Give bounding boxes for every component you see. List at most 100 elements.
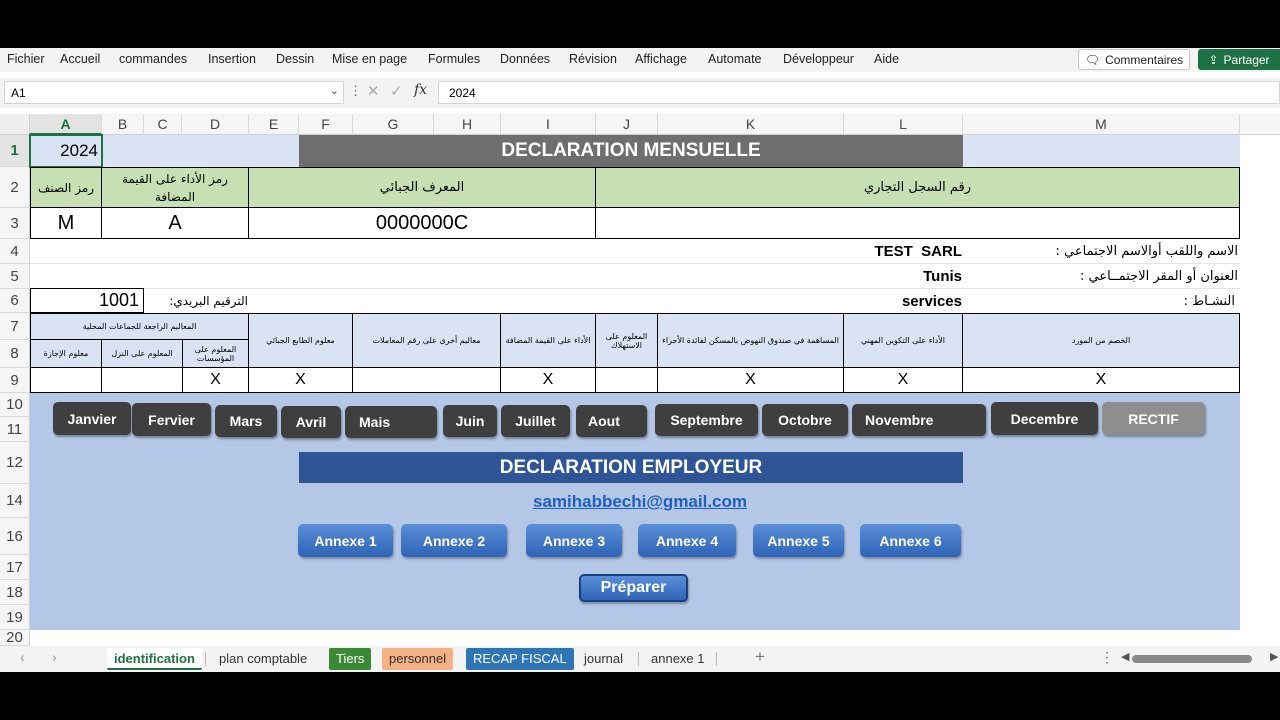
annexe-3-button[interactable]: Annexe 3: [526, 524, 622, 557]
menu-donnees[interactable]: Données: [500, 52, 550, 66]
name-box[interactable]: A1 ⌄: [4, 81, 344, 104]
menu-affichage[interactable]: Affichage: [635, 52, 687, 66]
row-header-14[interactable]: 14: [0, 484, 30, 518]
tab-scroll-left-icon[interactable]: ‹: [20, 649, 25, 665]
mark-consumption[interactable]: [595, 367, 658, 393]
row-header-7[interactable]: 7: [0, 313, 30, 340]
row-header-11[interactable]: 11: [0, 417, 30, 442]
sheet-tab-recap-fiscal[interactable]: RECAP FISCAL: [466, 648, 574, 670]
row-header-8[interactable]: 8: [0, 340, 30, 368]
menu-fichier[interactable]: Fichier: [7, 52, 45, 66]
cell-m1-blank[interactable]: [963, 135, 1240, 167]
annexe-5-button[interactable]: Annexe 5: [753, 524, 844, 557]
cell-b1-blank[interactable]: [102, 135, 299, 167]
row-header-3[interactable]: 3: [0, 208, 30, 239]
annexe-1-button[interactable]: Annexe 1: [298, 524, 393, 557]
mark-establishments[interactable]: X: [182, 367, 249, 393]
menu-automate[interactable]: Automate: [708, 52, 762, 66]
month-button-mais[interactable]: Mais: [345, 406, 437, 438]
mark-vat[interactable]: X: [500, 367, 596, 393]
menu-accueil[interactable]: Accueil: [60, 52, 100, 66]
more-icon[interactable]: ⋮: [349, 83, 362, 99]
mark-hotel[interactable]: [101, 367, 183, 393]
menu-revision[interactable]: Révision: [569, 52, 617, 66]
row-header-2[interactable]: 2: [0, 167, 30, 208]
chevron-down-icon[interactable]: ⌄: [330, 84, 339, 97]
column-header-d[interactable]: D: [182, 114, 249, 135]
rectif-button[interactable]: RECTIF: [1102, 402, 1205, 435]
share-button[interactable]: ⇪ Partager: [1198, 49, 1280, 70]
sheet-tab-personnel[interactable]: personnel: [382, 648, 454, 670]
menu-aide[interactable]: Aide: [874, 52, 899, 66]
row-header-16[interactable]: 16: [0, 518, 30, 555]
row-header-19[interactable]: 19: [0, 605, 30, 630]
row-header-5[interactable]: 5: [0, 264, 30, 289]
formula-input[interactable]: 2024: [438, 81, 1280, 104]
month-button-novembre[interactable]: Novembre: [852, 404, 986, 436]
cancel-icon[interactable]: ✕: [367, 82, 380, 100]
month-button-juillet[interactable]: Juillet: [501, 405, 570, 437]
row-header-18[interactable]: 18: [0, 580, 30, 605]
column-header-g[interactable]: G: [353, 114, 434, 135]
row-header-6[interactable]: 6: [0, 289, 30, 313]
row-header-1[interactable]: 1: [0, 135, 30, 167]
row-header-17[interactable]: 17: [0, 555, 30, 580]
sheet-tab-plan-comptable[interactable]: plan comptable: [212, 648, 314, 670]
mark-withholding[interactable]: X: [962, 367, 1240, 393]
month-button-aout[interactable]: Aout: [576, 405, 647, 437]
comments-button[interactable]: 🗨 Commentaires: [1078, 49, 1190, 70]
commerce-register-value[interactable]: [595, 207, 1240, 239]
annexe-6-button[interactable]: Annexe 6: [860, 524, 961, 557]
month-button-septembre[interactable]: Septembre: [655, 404, 758, 436]
row-header-4[interactable]: 4: [0, 239, 30, 264]
mark-other-turnover[interactable]: [352, 367, 501, 393]
menu-dessin[interactable]: Dessin: [276, 52, 314, 66]
column-header-k[interactable]: K: [658, 114, 844, 135]
column-header-l[interactable]: L: [844, 114, 963, 135]
company-name[interactable]: TEST SARL: [760, 239, 962, 264]
mark-training[interactable]: X: [843, 367, 963, 393]
column-header-j[interactable]: J: [596, 114, 658, 135]
more-options-icon[interactable]: ⋮: [1100, 649, 1114, 666]
column-header-b[interactable]: B: [102, 114, 144, 135]
function-icon[interactable]: fx: [414, 82, 427, 98]
row-header-10[interactable]: 10: [0, 393, 30, 417]
sheet-tab-journal[interactable]: journal: [577, 648, 630, 670]
column-header-c[interactable]: C: [144, 114, 182, 135]
column-header-m[interactable]: M: [963, 114, 1240, 135]
month-button-janvier[interactable]: Janvier: [53, 402, 131, 435]
month-button-mars[interactable]: Mars: [215, 405, 277, 437]
sheet-tab-tiers[interactable]: Tiers: [329, 648, 372, 670]
vat-code-value[interactable]: A: [101, 207, 249, 239]
enter-icon[interactable]: ✓: [390, 82, 403, 100]
mark-stamp[interactable]: X: [248, 367, 353, 393]
company-activity[interactable]: services: [760, 289, 962, 313]
month-button-fervier[interactable]: Fervier: [132, 403, 211, 436]
menu-mise-en-page[interactable]: Mise en page: [332, 52, 407, 66]
company-city[interactable]: Tunis: [760, 264, 962, 289]
mark-housing-fund[interactable]: X: [657, 367, 844, 393]
row-header-9[interactable]: 9: [0, 368, 30, 393]
month-button-juin[interactable]: Juin: [443, 405, 497, 437]
prepare-button[interactable]: Préparer: [579, 574, 688, 602]
tab-scroll-right-icon[interactable]: ›: [52, 649, 57, 665]
menu-commandes[interactable]: commandes: [119, 52, 187, 66]
sheet-tab-annexe-1[interactable]: annexe 1: [644, 648, 712, 670]
horizontal-scrollbar[interactable]: [1132, 655, 1252, 663]
menu-developpeur[interactable]: Développeur: [783, 52, 854, 66]
menu-formules[interactable]: Formules: [428, 52, 480, 66]
row-header-20[interactable]: 20: [0, 629, 30, 646]
month-button-decembre[interactable]: Decembre: [991, 402, 1098, 435]
category-code-value[interactable]: M: [30, 207, 102, 239]
tax-id-value[interactable]: 0000000C: [248, 207, 596, 239]
column-header-i[interactable]: I: [501, 114, 596, 135]
sheet-tab-identification[interactable]: identification: [107, 648, 202, 670]
contact-email-link[interactable]: samihabbechi@gmail.com: [430, 490, 850, 514]
column-header-h[interactable]: H: [434, 114, 501, 135]
column-header-f[interactable]: F: [299, 114, 353, 135]
scroll-right-icon[interactable]: ▶: [1270, 650, 1278, 663]
month-button-avril[interactable]: Avril: [281, 406, 341, 438]
month-button-octobre[interactable]: Octobre: [762, 404, 848, 436]
select-all-corner[interactable]: [0, 114, 30, 135]
mark-rent[interactable]: [30, 367, 102, 393]
